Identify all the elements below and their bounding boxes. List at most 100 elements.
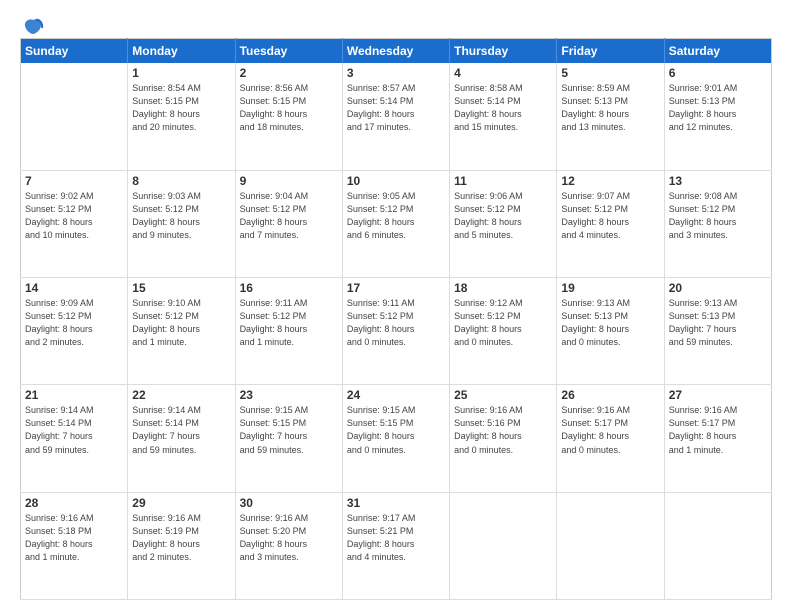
calendar-cell: 12 Sunrise: 9:07 AMSunset: 5:12 PMDayligh… bbox=[557, 170, 664, 277]
day-details: Sunrise: 9:08 AMSunset: 5:12 PMDaylight:… bbox=[669, 190, 767, 242]
calendar-cell: 3 Sunrise: 8:57 AMSunset: 5:14 PMDaylight… bbox=[342, 63, 449, 170]
weekday-header-sunday: Sunday bbox=[21, 39, 128, 64]
calendar-cell: 23 Sunrise: 9:15 AMSunset: 5:15 PMDayligh… bbox=[235, 385, 342, 492]
calendar-cell: 30 Sunrise: 9:16 AMSunset: 5:20 PMDayligh… bbox=[235, 492, 342, 599]
calendar-week-4: 21 Sunrise: 9:14 AMSunset: 5:14 PMDayligh… bbox=[21, 385, 772, 492]
day-number: 2 bbox=[240, 66, 338, 80]
calendar-cell: 27 Sunrise: 9:16 AMSunset: 5:17 PMDayligh… bbox=[664, 385, 771, 492]
day-details: Sunrise: 9:16 AMSunset: 5:19 PMDaylight:… bbox=[132, 512, 230, 564]
calendar-cell: 9Sunrise: 9:04 AMSunset: 5:12 PMDaylight… bbox=[235, 170, 342, 277]
day-details: Sunrise: 9:10 AMSunset: 5:12 PMDaylight:… bbox=[132, 297, 230, 349]
day-details: Sunrise: 9:01 AMSunset: 5:13 PMDaylight:… bbox=[669, 82, 767, 134]
calendar-week-1: 1Sunrise: 8:54 AMSunset: 5:15 PMDaylight… bbox=[21, 63, 772, 170]
day-number: 6 bbox=[669, 66, 767, 80]
day-number: 27 bbox=[669, 388, 767, 402]
day-number: 8 bbox=[132, 174, 230, 188]
calendar-cell bbox=[21, 63, 128, 170]
weekday-header-wednesday: Wednesday bbox=[342, 39, 449, 64]
day-details: Sunrise: 9:06 AMSunset: 5:12 PMDaylight:… bbox=[454, 190, 552, 242]
day-details: Sunrise: 9:15 AMSunset: 5:15 PMDaylight:… bbox=[240, 404, 338, 456]
calendar-cell: 24Sunrise: 9:15 AMSunset: 5:15 PMDayligh… bbox=[342, 385, 449, 492]
calendar-cell: 11 Sunrise: 9:06 AMSunset: 5:12 PMDayligh… bbox=[450, 170, 557, 277]
day-number: 7 bbox=[25, 174, 123, 188]
calendar-cell: 17Sunrise: 9:11 AMSunset: 5:12 PMDayligh… bbox=[342, 278, 449, 385]
day-details: Sunrise: 9:14 AMSunset: 5:14 PMDaylight:… bbox=[25, 404, 123, 456]
calendar-cell: 18Sunrise: 9:12 AMSunset: 5:12 PMDayligh… bbox=[450, 278, 557, 385]
calendar-cell: 7 Sunrise: 9:02 AMSunset: 5:12 PMDaylight… bbox=[21, 170, 128, 277]
day-number: 30 bbox=[240, 496, 338, 510]
day-details: Sunrise: 8:57 AMSunset: 5:14 PMDaylight:… bbox=[347, 82, 445, 134]
day-details: Sunrise: 9:16 AMSunset: 5:17 PMDaylight:… bbox=[669, 404, 767, 456]
day-details: Sunrise: 9:16 AMSunset: 5:16 PMDaylight:… bbox=[454, 404, 552, 456]
calendar-week-5: 28Sunrise: 9:16 AMSunset: 5:18 PMDayligh… bbox=[21, 492, 772, 599]
page: SundayMondayTuesdayWednesdayThursdayFrid… bbox=[0, 0, 792, 612]
calendar-cell: 13 Sunrise: 9:08 AMSunset: 5:12 PMDayligh… bbox=[664, 170, 771, 277]
calendar-cell: 25 Sunrise: 9:16 AMSunset: 5:16 PMDayligh… bbox=[450, 385, 557, 492]
day-details: Sunrise: 9:09 AMSunset: 5:12 PMDaylight:… bbox=[25, 297, 123, 349]
header bbox=[20, 16, 772, 34]
day-details: Sunrise: 8:58 AMSunset: 5:14 PMDaylight:… bbox=[454, 82, 552, 134]
day-number: 13 bbox=[669, 174, 767, 188]
calendar-cell: 28Sunrise: 9:16 AMSunset: 5:18 PMDayligh… bbox=[21, 492, 128, 599]
day-number: 26 bbox=[561, 388, 659, 402]
day-details: Sunrise: 9:11 AMSunset: 5:12 PMDaylight:… bbox=[240, 297, 338, 349]
day-details: Sunrise: 8:59 AMSunset: 5:13 PMDaylight:… bbox=[561, 82, 659, 134]
calendar-cell: 1Sunrise: 8:54 AMSunset: 5:15 PMDaylight… bbox=[128, 63, 235, 170]
day-number: 23 bbox=[240, 388, 338, 402]
day-details: Sunrise: 9:16 AMSunset: 5:20 PMDaylight:… bbox=[240, 512, 338, 564]
logo-icon bbox=[22, 16, 44, 38]
calendar-cell: 6 Sunrise: 9:01 AMSunset: 5:13 PMDaylight… bbox=[664, 63, 771, 170]
day-details: Sunrise: 9:11 AMSunset: 5:12 PMDaylight:… bbox=[347, 297, 445, 349]
day-number: 19 bbox=[561, 281, 659, 295]
day-details: Sunrise: 9:02 AMSunset: 5:12 PMDaylight:… bbox=[25, 190, 123, 242]
day-details: Sunrise: 9:07 AMSunset: 5:12 PMDaylight:… bbox=[561, 190, 659, 242]
day-number: 5 bbox=[561, 66, 659, 80]
calendar-cell bbox=[557, 492, 664, 599]
calendar-cell: 19Sunrise: 9:13 AMSunset: 5:13 PMDayligh… bbox=[557, 278, 664, 385]
day-number: 1 bbox=[132, 66, 230, 80]
day-details: Sunrise: 9:05 AMSunset: 5:12 PMDaylight:… bbox=[347, 190, 445, 242]
day-details: Sunrise: 9:12 AMSunset: 5:12 PMDaylight:… bbox=[454, 297, 552, 349]
day-number: 15 bbox=[132, 281, 230, 295]
calendar-cell: 31Sunrise: 9:17 AMSunset: 5:21 PMDayligh… bbox=[342, 492, 449, 599]
day-details: Sunrise: 9:13 AMSunset: 5:13 PMDaylight:… bbox=[669, 297, 767, 349]
calendar-cell: 8 Sunrise: 9:03 AMSunset: 5:12 PMDaylight… bbox=[128, 170, 235, 277]
day-number: 11 bbox=[454, 174, 552, 188]
calendar-cell: 14 Sunrise: 9:09 AMSunset: 5:12 PMDayligh… bbox=[21, 278, 128, 385]
day-number: 20 bbox=[669, 281, 767, 295]
calendar-week-3: 14 Sunrise: 9:09 AMSunset: 5:12 PMDayligh… bbox=[21, 278, 772, 385]
day-number: 14 bbox=[25, 281, 123, 295]
day-number: 12 bbox=[561, 174, 659, 188]
day-number: 16 bbox=[240, 281, 338, 295]
day-details: Sunrise: 9:16 AMSunset: 5:17 PMDaylight:… bbox=[561, 404, 659, 456]
calendar-week-2: 7 Sunrise: 9:02 AMSunset: 5:12 PMDaylight… bbox=[21, 170, 772, 277]
day-number: 9 bbox=[240, 174, 338, 188]
weekday-header-saturday: Saturday bbox=[664, 39, 771, 64]
calendar-cell: 15 Sunrise: 9:10 AMSunset: 5:12 PMDayligh… bbox=[128, 278, 235, 385]
day-number: 29 bbox=[132, 496, 230, 510]
calendar-cell: 26 Sunrise: 9:16 AMSunset: 5:17 PMDayligh… bbox=[557, 385, 664, 492]
calendar-cell: 10 Sunrise: 9:05 AMSunset: 5:12 PMDayligh… bbox=[342, 170, 449, 277]
day-details: Sunrise: 9:03 AMSunset: 5:12 PMDaylight:… bbox=[132, 190, 230, 242]
calendar-cell: 5 Sunrise: 8:59 AMSunset: 5:13 PMDaylight… bbox=[557, 63, 664, 170]
day-details: Sunrise: 9:14 AMSunset: 5:14 PMDaylight:… bbox=[132, 404, 230, 456]
calendar-table: SundayMondayTuesdayWednesdayThursdayFrid… bbox=[20, 38, 772, 600]
day-number: 3 bbox=[347, 66, 445, 80]
weekday-header-row: SundayMondayTuesdayWednesdayThursdayFrid… bbox=[21, 39, 772, 64]
calendar-cell: 2 Sunrise: 8:56 AMSunset: 5:15 PMDaylight… bbox=[235, 63, 342, 170]
weekday-header-tuesday: Tuesday bbox=[235, 39, 342, 64]
calendar-cell bbox=[664, 492, 771, 599]
weekday-header-friday: Friday bbox=[557, 39, 664, 64]
day-number: 21 bbox=[25, 388, 123, 402]
day-number: 25 bbox=[454, 388, 552, 402]
day-number: 4 bbox=[454, 66, 552, 80]
calendar-cell: 29 Sunrise: 9:16 AMSunset: 5:19 PMDayligh… bbox=[128, 492, 235, 599]
calendar-cell bbox=[450, 492, 557, 599]
day-number: 10 bbox=[347, 174, 445, 188]
logo bbox=[20, 16, 44, 34]
day-details: Sunrise: 8:56 AMSunset: 5:15 PMDaylight:… bbox=[240, 82, 338, 134]
day-number: 22 bbox=[132, 388, 230, 402]
day-details: Sunrise: 9:17 AMSunset: 5:21 PMDaylight:… bbox=[347, 512, 445, 564]
weekday-header-thursday: Thursday bbox=[450, 39, 557, 64]
day-number: 24 bbox=[347, 388, 445, 402]
